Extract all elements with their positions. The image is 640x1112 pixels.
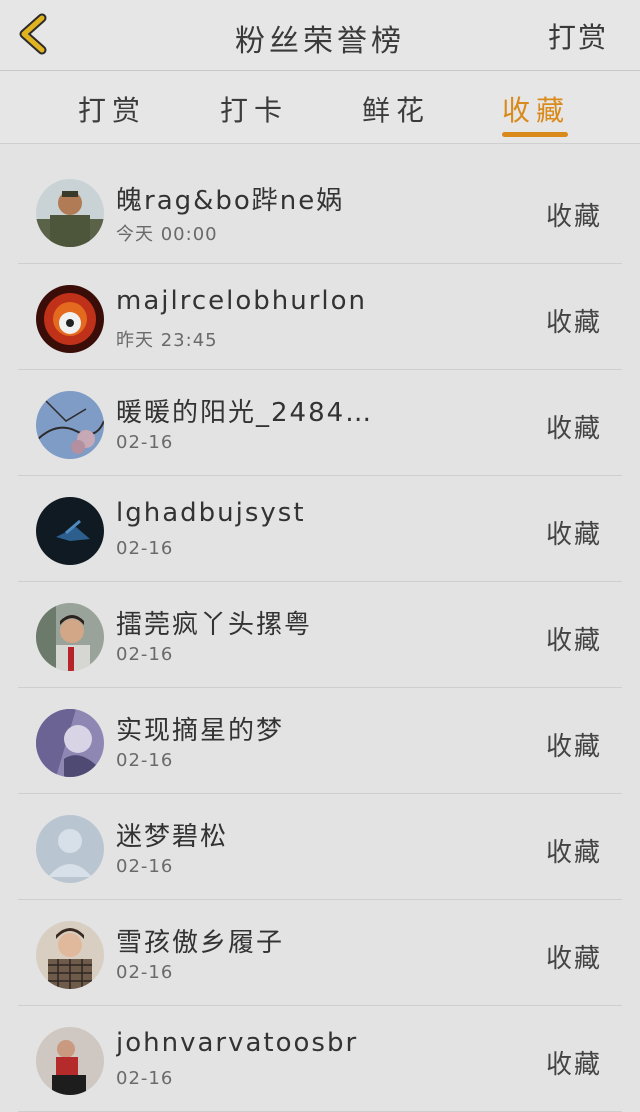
tab-flowers[interactable]: 鲜花 <box>362 89 430 129</box>
list-item[interactable]: 暖暖的阳光_2484… 02-16 收藏 <box>18 370 622 476</box>
timestamp: 02-16 <box>116 1068 174 1089</box>
tab-reward[interactable]: 打赏 <box>78 89 146 129</box>
list-item[interactable]: 魄rag&bo跸ne娲 今天 00:00 收藏 <box>18 158 622 264</box>
favorite-label[interactable]: 收藏 <box>546 196 602 233</box>
favorite-label[interactable]: 收藏 <box>546 938 602 975</box>
top-bar: 粉丝荣誉榜 打赏 <box>0 0 640 71</box>
list-item[interactable]: 迷梦碧松 02-16 收藏 <box>18 794 622 900</box>
user-name: lghadbujsyst <box>116 498 306 528</box>
list-item[interactable]: 实现摘星的梦 02-16 收藏 <box>18 688 622 794</box>
timestamp: 02-16 <box>116 750 174 771</box>
avatar[interactable] <box>36 285 104 353</box>
avatar[interactable] <box>36 1027 104 1095</box>
timestamp: 02-16 <box>116 538 174 559</box>
timestamp: 今天 00:00 <box>116 224 218 245</box>
avatar[interactable] <box>36 815 104 883</box>
user-name: 雪孩傲乡履子 <box>116 928 285 958</box>
user-name: 魄rag&bo跸ne娲 <box>116 186 345 216</box>
timestamp: 02-16 <box>116 432 174 453</box>
list-item[interactable]: 擂莞疯丫头摞粤 02-16 收藏 <box>18 582 622 688</box>
user-name: johnvarvatoosbr <box>116 1028 359 1058</box>
user-name: 擂莞疯丫头摞粤 <box>116 610 313 640</box>
avatar[interactable] <box>36 603 104 671</box>
reward-button[interactable]: 打赏 <box>548 16 608 56</box>
avatar[interactable] <box>36 709 104 777</box>
favorite-label[interactable]: 收藏 <box>546 726 602 763</box>
favorite-label[interactable]: 收藏 <box>546 408 602 445</box>
fan-list: 魄rag&bo跸ne娲 今天 00:00 收藏 majlrcelobhurlon… <box>18 158 622 1112</box>
page-title: 粉丝荣誉榜 <box>235 24 405 59</box>
favorite-label[interactable]: 收藏 <box>546 514 602 551</box>
avatar[interactable] <box>36 921 104 989</box>
timestamp: 02-16 <box>116 644 174 665</box>
tab-checkin[interactable]: 打卡 <box>220 89 288 129</box>
timestamp: 02-16 <box>116 962 174 983</box>
user-name: 迷梦碧松 <box>116 822 229 852</box>
timestamp: 昨天 23:45 <box>116 330 218 351</box>
list-item[interactable]: 雪孩傲乡履子 02-16 收藏 <box>18 900 622 1006</box>
avatar[interactable] <box>36 179 104 247</box>
favorite-label[interactable]: 收藏 <box>546 832 602 869</box>
list-item[interactable]: majlrcelobhurlon 昨天 23:45 收藏 <box>18 264 622 370</box>
list-item[interactable]: johnvarvatoosbr 02-16 收藏 <box>18 1006 622 1112</box>
favorite-label[interactable]: 收藏 <box>546 620 602 657</box>
user-name: 实现摘星的梦 <box>116 716 285 746</box>
user-name: 暖暖的阳光_2484… <box>116 398 374 428</box>
avatar[interactable] <box>36 391 104 459</box>
favorite-label[interactable]: 收藏 <box>546 302 602 339</box>
list-item[interactable]: lghadbujsyst 02-16 收藏 <box>18 476 622 582</box>
favorite-label[interactable]: 收藏 <box>546 1044 602 1081</box>
timestamp: 02-16 <box>116 856 174 877</box>
user-name: majlrcelobhurlon <box>116 286 368 316</box>
active-tab-indicator <box>502 132 568 137</box>
tab-favorites[interactable]: 收藏 <box>502 89 570 129</box>
avatar[interactable] <box>36 497 104 565</box>
